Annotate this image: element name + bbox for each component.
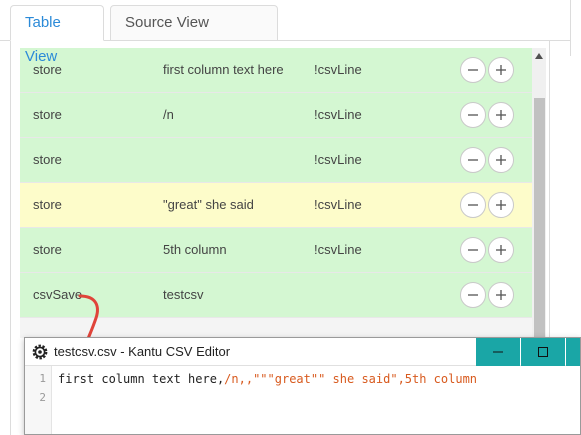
add-row-button[interactable] (488, 102, 514, 128)
row-value: !csvLine (314, 107, 362, 122)
row-command: store (33, 107, 62, 122)
csv-text-string: /n,,"""great"" she said",5th column (224, 372, 478, 386)
minus-icon (468, 204, 478, 206)
line-number-gutter: 1 2 (25, 366, 52, 434)
row-value: !csvLine (314, 152, 362, 167)
row-target: 5th column (163, 242, 227, 257)
remove-row-button[interactable] (460, 57, 486, 83)
row-target: "great" she said (163, 197, 254, 212)
gear-icon (32, 344, 48, 360)
plus-icon (496, 290, 506, 300)
minus-icon (468, 69, 478, 71)
table-row[interactable]: csvSave testcsv (20, 273, 534, 318)
row-target: /n (163, 107, 174, 122)
row-target: first column text here (163, 62, 284, 77)
add-row-button[interactable] (488, 57, 514, 83)
table-row[interactable]: store /n !csvLine (20, 93, 534, 138)
row-target: testcsv (163, 287, 204, 302)
minus-icon (468, 159, 478, 161)
remove-row-button[interactable] (460, 102, 486, 128)
row-value: !csvLine (314, 242, 362, 257)
add-row-button[interactable] (488, 147, 514, 173)
add-row-button[interactable] (488, 192, 514, 218)
editor-title: testcsv.csv - Kantu CSV Editor (54, 344, 231, 359)
minus-icon (468, 249, 478, 251)
tab-source-view[interactable]: Source View (JSON) (110, 5, 278, 65)
minus-icon (468, 114, 478, 116)
line-number: 1 (39, 372, 46, 385)
table-row-partial[interactable] (20, 318, 534, 338)
tab-table-view[interactable]: Table View (10, 5, 104, 65)
triangle-up-icon (535, 53, 543, 59)
row-command: csvSave (33, 287, 83, 302)
plus-icon (496, 110, 506, 120)
minimize-icon (493, 351, 503, 353)
add-row-button[interactable] (488, 282, 514, 308)
table-row[interactable]: store !csvLine (20, 138, 534, 183)
csv-text-plain: first column text here, (58, 372, 225, 386)
table-row[interactable]: store "great" she said !csvLine (20, 183, 534, 228)
close-button[interactable] (566, 338, 580, 366)
csv-line-1: first column text here,/n,,"""great"" sh… (58, 372, 477, 386)
row-command: store (33, 152, 62, 167)
view-tabs: Table View Source View (JSON) (0, 0, 581, 65)
side-panel-edge (570, 0, 581, 56)
remove-row-button[interactable] (460, 147, 486, 173)
row-command: store (33, 242, 62, 257)
plus-icon (496, 155, 506, 165)
add-row-button[interactable] (488, 237, 514, 263)
remove-row-button[interactable] (460, 282, 486, 308)
remove-row-button[interactable] (460, 237, 486, 263)
scroll-up-button[interactable] (532, 48, 546, 64)
table-row[interactable]: store first column text here !csvLine (20, 48, 534, 93)
plus-icon (496, 245, 506, 255)
row-value: !csvLine (314, 62, 362, 77)
row-command: store (33, 197, 62, 212)
maximize-icon (538, 347, 548, 357)
maximize-button[interactable] (521, 338, 565, 366)
line-number: 2 (39, 391, 46, 404)
row-value: !csvLine (314, 197, 362, 212)
table-row[interactable]: store 5th column !csvLine (20, 228, 534, 273)
remove-row-button[interactable] (460, 192, 486, 218)
plus-icon (496, 200, 506, 210)
editor-titlebar[interactable]: testcsv.csv - Kantu CSV Editor (25, 338, 580, 366)
table-scrollbar[interactable] (532, 48, 546, 338)
csv-text-area[interactable]: 1 2 first column text here,/n,,"""great"… (25, 366, 580, 434)
csv-editor-window: testcsv.csv - Kantu CSV Editor 1 2 first… (24, 337, 581, 435)
command-table: store first column text here !csvLine st… (20, 48, 534, 338)
plus-icon (496, 65, 506, 75)
scroll-thumb[interactable] (534, 98, 545, 338)
minimize-button[interactable] (476, 338, 520, 366)
minus-icon (468, 294, 478, 296)
